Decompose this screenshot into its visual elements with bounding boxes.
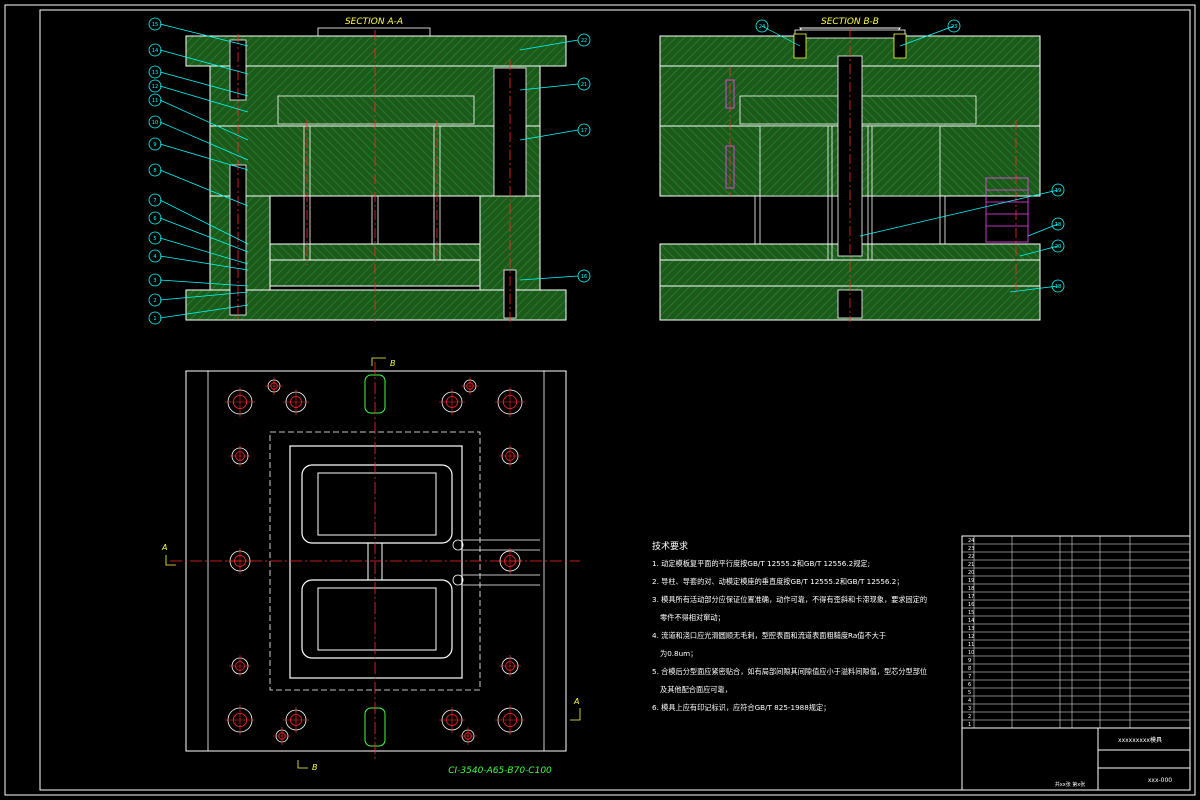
part-row-number: 15 <box>968 610 974 616</box>
callout-a-r-17: 17 <box>581 128 587 134</box>
callout-a-12: 12 <box>152 84 158 90</box>
marker-a-bottom: A <box>573 697 579 706</box>
marker-a-left: A <box>161 543 167 552</box>
drawing-number: xxx-000 <box>1148 777 1172 784</box>
section-b-title: SECTION B-B <box>821 17 879 27</box>
note-line: 及其他配合面应可靠， <box>660 685 732 694</box>
part-row-number: 19 <box>968 578 974 584</box>
marker-b-bottom: B <box>312 763 318 772</box>
part-row-number: 20 <box>968 570 974 576</box>
part-row-number: 18 <box>968 586 974 592</box>
part-row-number: 13 <box>968 626 974 632</box>
cavity-lower <box>301 579 453 659</box>
part-row-number: 6 <box>968 682 971 688</box>
callout-a-8: 8 <box>153 168 156 174</box>
callout-b-3: 18 <box>1055 222 1061 228</box>
part-row-number: 22 <box>968 554 974 560</box>
part-row-number: 8 <box>968 666 971 672</box>
callout-a-14: 14 <box>152 48 158 54</box>
callout-a-7: 7 <box>153 198 156 204</box>
callout-a-15: 15 <box>152 22 158 28</box>
section-a-view: SECTION A-A 151413121110987654321 222117… <box>148 17 591 325</box>
callout-a-4: 4 <box>153 254 156 260</box>
part-row-number: 23 <box>968 546 974 552</box>
callout-a-5: 5 <box>153 236 156 242</box>
part-row-number: 1 <box>968 722 971 728</box>
sheet-note: 共xx张 第x张 <box>1055 781 1085 788</box>
callout-b-2: 19 <box>1055 188 1061 194</box>
part-row-number: 24 <box>968 538 974 544</box>
notes-heading: 技术要求 <box>652 540 688 552</box>
callout-a-10: 10 <box>152 120 158 126</box>
note-line: 零件不得相对窜动； <box>660 613 725 622</box>
part-row-number: 7 <box>968 674 971 680</box>
section-b-view: SECTION B-B 24 2319182018 <box>659 17 1065 322</box>
callout-a-9: 9 <box>153 142 156 148</box>
callout-a-r-16: 16 <box>581 274 587 280</box>
cavity-upper <box>301 464 453 544</box>
part-row-number: 12 <box>968 634 974 640</box>
note-line: 1. 动定模板复平面的平行度按GB/T 12555.2和GB/T 12556.2… <box>652 559 870 568</box>
note-line: 为0.8um； <box>660 649 697 658</box>
part-row-number: 4 <box>968 698 971 704</box>
plan-view: B B A A CI-3540-A65-B70-C100 <box>161 357 581 776</box>
marker-b-top: B <box>390 359 396 368</box>
callout-a-3: 3 <box>153 278 156 284</box>
callout-b-1: 23 <box>951 24 957 30</box>
callout-a-11: 11 <box>152 98 158 104</box>
technical-notes: 技术要求 1. 动定模板复平面的平行度按GB/T 12555.2和GB/T 12… <box>652 540 927 712</box>
part-row-number: 14 <box>968 618 974 624</box>
callout-a-1: 1 <box>153 316 156 322</box>
part-row-number: 17 <box>968 594 974 600</box>
cad-drawing: SECTION A-A 151413121110987654321 222117… <box>4 4 1196 796</box>
note-line: 2. 导柱、导套的对、动模定模座的垂直度按GB/T 12555.2和GB/T 1… <box>652 577 904 586</box>
part-row-number: 10 <box>968 650 974 656</box>
plan-code: CI-3540-A65-B70-C100 <box>448 766 552 776</box>
callout-a-r-22: 22 <box>581 38 587 44</box>
part-row-number: 3 <box>968 706 971 712</box>
part-row-number: 2 <box>968 714 971 720</box>
title-block: 242322212019181716151413121110987654321 … <box>961 535 1191 791</box>
section-a-title: SECTION A-A <box>345 17 403 27</box>
part-row-number: 5 <box>968 690 971 696</box>
callout-a-r-21: 21 <box>581 82 587 88</box>
part-row-number: 9 <box>968 658 971 664</box>
note-line: 6. 模具上应有印记标识，应符合GB/T 825-1988规定； <box>652 703 830 712</box>
part-row-number: 16 <box>968 602 974 608</box>
callout-a-13: 13 <box>152 70 158 76</box>
callout-b-5: 18 <box>1055 284 1061 290</box>
part-row-number: 11 <box>968 642 974 648</box>
note-line: 3. 模具所有活动部分应保证位置准确，动作可靠，不得有歪斜和卡滞现象，要求固定的 <box>652 595 927 604</box>
note-line: 4. 流道和浇口应光滑圆顺无毛刺，型腔表面和流道表面粗糙度Ra值不大于 <box>652 631 886 640</box>
callout-b-0: 24 <box>759 24 765 30</box>
drawing-title: xxxxxxxxx模具 <box>1118 736 1162 744</box>
note-line: 5. 合模后分型面应紧密贴合，如有局部间隙其间隙值应小于溢料间隙值，型芯分型部位 <box>652 667 927 676</box>
callout-b-4: 20 <box>1055 244 1061 250</box>
callout-a-2: 2 <box>153 298 156 304</box>
part-row-number: 21 <box>968 562 974 568</box>
callout-a-6: 6 <box>153 216 156 222</box>
